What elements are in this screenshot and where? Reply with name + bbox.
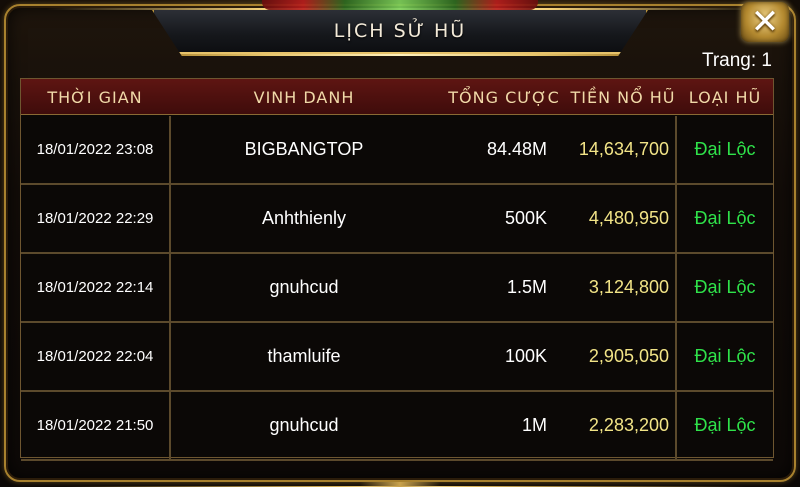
header-time: THỜI GIAN [47,88,143,107]
cell-time: 18/01/2022 23:08 [36,141,154,158]
cell-jackpot: 3,124,800 [588,277,669,297]
table-header: THỜI GIAN VINH DANH TỔNG CƯỢC TIỀN NỔ HŨ… [21,79,773,115]
cell-bet: 500K [504,208,547,228]
cell-jackpot: 4,480,950 [588,208,669,228]
cell-name: thamluife [267,346,341,366]
cell-type: Đại Lộc [694,277,756,297]
cell-time: 18/01/2022 22:04 [36,348,154,365]
cell-time: 18/01/2022 22:14 [36,279,154,296]
header-bet: TỔNG CƯỢC [448,88,560,107]
cell-bet: 1.5M [506,277,547,297]
cell-type: Đại Lộc [694,415,756,435]
page-indicator: Trang: 1 [701,50,772,71]
table-row: 18/01/2022 22:29 Anhthienly 500K 4,480,9… [21,185,773,254]
dialog-title: LỊCH SỬ HŨ [333,20,467,42]
close-button[interactable]: ✕ [741,2,789,42]
title-plaque-edge [180,54,620,56]
table-row: 18/01/2022 22:04 thamluife 100K 2,905,05… [21,323,773,392]
bottom-ornament [360,482,440,487]
cell-bet: 1M [521,415,547,435]
cell-bet: 100K [504,346,547,366]
cell-name: Anhthienly [261,208,347,228]
table-row: 18/01/2022 22:14 gnuhcud 1.5M 3,124,800 … [21,254,773,323]
jackpot-history-table: THỜI GIAN VINH DANH TỔNG CƯỢC TIỀN NỔ HŨ… [20,78,774,461]
header-jackpot: TIỀN NỔ HŨ [570,88,676,107]
top-ornament-decoration [262,0,538,10]
cell-name: gnuhcud [269,415,339,435]
cell-type: Đại Lộc [694,346,756,366]
cell-time: 18/01/2022 21:50 [36,417,154,434]
header-name: VINH DANH [253,88,355,107]
cell-time: 18/01/2022 22:29 [36,210,154,227]
table-row: 18/01/2022 23:08 BIGBANGTOP 84.48M 14,63… [21,116,773,185]
header-type: LOẠI HŨ [688,88,762,107]
cell-name: gnuhcud [269,277,339,297]
cell-jackpot: 2,283,200 [588,415,669,435]
close-icon: ✕ [750,2,780,42]
table-row: 18/01/2022 21:50 gnuhcud 1M 2,283,200 Đạ… [21,392,773,461]
cell-name: BIGBANGTOP [244,139,364,159]
cell-jackpot: 14,634,700 [578,139,669,159]
cell-type: Đại Lộc [694,208,756,228]
cell-bet: 84.48M [486,139,547,159]
cell-type: Đại Lộc [694,139,756,159]
cell-jackpot: 2,905,050 [588,346,669,366]
